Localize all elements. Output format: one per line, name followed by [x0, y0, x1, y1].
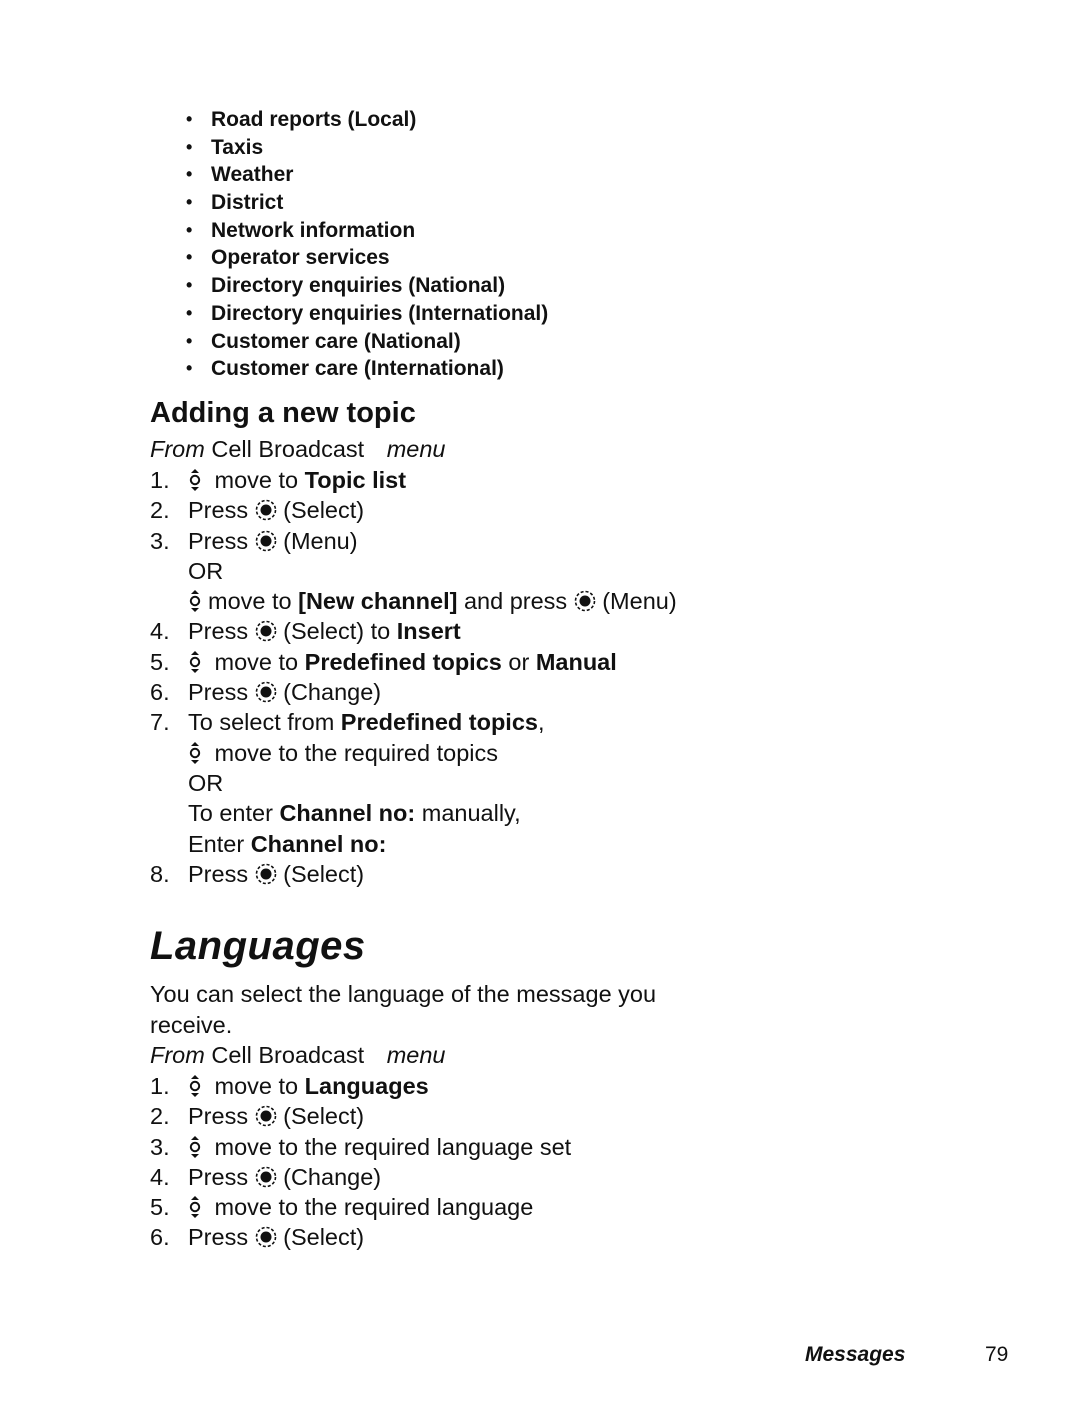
or-separator: OR	[188, 557, 224, 584]
center-select-key-icon	[255, 620, 277, 642]
step: 3. move to the required language set	[150, 1133, 572, 1160]
alt-step: move to [New channel] and press (Menu)	[188, 586, 677, 616]
bullet-icon: •	[186, 192, 193, 213]
navigation-key-up-down-icon	[188, 1135, 202, 1158]
bullet-icon: •	[186, 164, 193, 185]
bullet-icon: •	[186, 136, 193, 157]
topic-list-item: • Weather	[186, 161, 548, 189]
step: 5. move to Predefined topics or Manual	[150, 648, 617, 675]
center-select-key-icon	[255, 681, 277, 703]
navigation-key-up-down-icon	[188, 469, 202, 491]
navigation-key-up-down-icon	[188, 1075, 202, 1097]
center-select-key-icon	[255, 1105, 277, 1127]
step: 7. To select from Predefined topics, mov…	[150, 707, 677, 858]
topic-list: • Road reports (Local) • Taxis • Weather • D…	[186, 106, 548, 383]
or-separator: OR	[188, 769, 224, 796]
languages-description: You can select the language of the messa…	[150, 981, 657, 1038]
section-heading-languages: Languages	[150, 924, 366, 968]
bullet-icon: •	[186, 247, 193, 268]
page-number: 79	[985, 1343, 1009, 1366]
topic-list-item: • Customer care (International)	[186, 355, 548, 383]
topic-list-item: • Road reports (Local)	[186, 106, 548, 134]
manual-page: • Road reports (Local) • Taxis • Weather • D…	[0, 0, 1080, 1408]
center-select-key-icon	[255, 1166, 277, 1188]
step: 8. Press (Select)	[150, 860, 365, 887]
topic-list-item: • District	[186, 189, 548, 217]
step: 1. move to Languages	[150, 1073, 429, 1099]
topic-list-item: • Directory enquiries (International)	[186, 300, 548, 328]
center-select-key-icon	[255, 1226, 277, 1248]
topic-list-item: • Network information	[186, 217, 548, 245]
footer-section-title: Messages	[805, 1343, 906, 1366]
navigation-key-up-down-icon	[188, 741, 202, 764]
step: 2. Press (Select)	[150, 1103, 365, 1130]
bullet-icon: •	[186, 302, 193, 323]
step: 3. Press (Menu) OR move to [New channel]…	[150, 526, 677, 617]
step: 4. Press (Select) to Insert	[150, 618, 461, 645]
menu-path: From Cell Broadcast menu	[150, 1042, 446, 1068]
languages-steps: 1. move to Languages 2. Press (Select) 3…	[150, 1071, 571, 1253]
step: 6. Press (Select)	[150, 1224, 365, 1251]
bullet-icon: •	[186, 330, 193, 351]
step: 4. Press (Change)	[150, 1163, 382, 1190]
step: 1. move to Topic list	[150, 467, 407, 493]
section-heading-adding-topic: Adding a new topic	[150, 397, 416, 429]
navigation-key-up-down-icon	[188, 650, 202, 673]
step: 2. Press (Select)	[150, 497, 365, 524]
step: 6. Press (Change)	[150, 679, 382, 706]
bullet-icon: •	[186, 219, 193, 240]
center-select-key-icon	[255, 530, 277, 552]
topic-list-item: • Directory enquiries (National)	[186, 272, 548, 300]
adding-topic-steps: 1. move to Topic list 2. Press (Select) …	[150, 465, 677, 889]
center-select-key-icon	[255, 863, 277, 885]
topic-list-item: • Operator services	[186, 244, 548, 272]
menu-path: From Cell Broadcast menu	[150, 436, 446, 462]
navigation-key-up-down-icon	[188, 590, 202, 613]
topic-list-item: • Taxis	[186, 134, 548, 162]
center-select-key-icon	[255, 499, 277, 521]
navigation-key-up-down-icon	[188, 1196, 202, 1219]
bullet-icon: •	[186, 275, 193, 296]
bullet-icon: •	[186, 358, 193, 379]
center-select-key-icon	[574, 590, 596, 612]
bullet-icon: •	[186, 109, 193, 129]
topic-list-item: • Customer care (National)	[186, 328, 548, 356]
step: 5. move to the required language	[150, 1194, 534, 1221]
